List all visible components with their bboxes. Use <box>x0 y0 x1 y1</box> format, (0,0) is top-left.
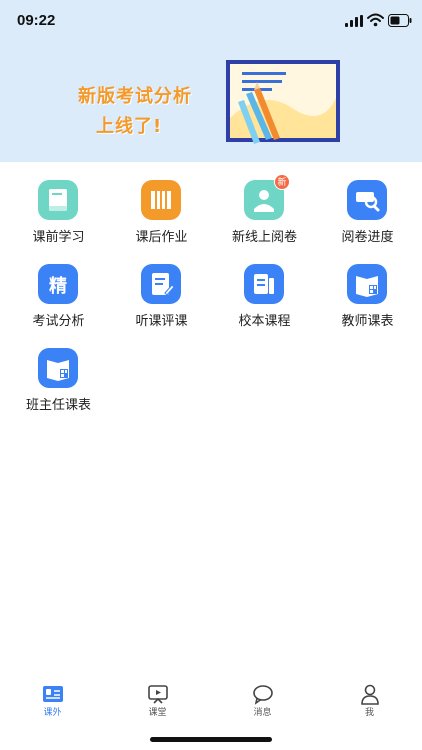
banner-headline[interactable]: 新版考试分析 上线了! <box>78 82 208 138</box>
grid-item-homework[interactable]: 课后作业 <box>109 170 214 250</box>
tab-outside-class[interactable]: 课外 <box>0 678 105 728</box>
profile-icon <box>361 684 379 705</box>
grid-item-lesson-review[interactable]: 听课评课 <box>109 254 214 334</box>
app-screen: 09:22 新版考试分析 上线了! 课前学习 课后作业 新 新线上阅卷 阅卷进度… <box>0 0 422 750</box>
grid-item-label: 课后作业 <box>135 230 188 245</box>
classroom-icon <box>148 685 168 704</box>
battery-icon <box>388 14 412 27</box>
cellular-signal-icon <box>345 15 363 27</box>
message-icon <box>253 685 273 705</box>
grid-item-label: 校本课程 <box>238 314 291 329</box>
tab-label: 课堂 <box>148 708 167 718</box>
grid-item-headteacher-timetable[interactable]: 班主任课表 <box>6 338 111 418</box>
grid-item-pre-class[interactable]: 课前学习 <box>6 170 111 250</box>
grid-item-label: 班主任课表 <box>25 398 91 413</box>
search-progress-icon <box>347 180 387 220</box>
grid-item-label: 阅卷进度 <box>341 230 394 245</box>
tab-classroom[interactable]: 课堂 <box>105 678 210 728</box>
banner-line-1: 新版考试分析 <box>78 86 192 107</box>
grid-item-label: 课前学习 <box>32 230 85 245</box>
tab-messages[interactable]: 消息 <box>210 678 315 728</box>
grid-item-school-course[interactable]: 校本课程 <box>212 254 317 334</box>
grid-item-label: 考试分析 <box>32 314 85 329</box>
books-icon <box>141 180 181 220</box>
new-badge: 新 <box>274 174 290 190</box>
status-bar: 09:22 <box>0 0 422 44</box>
grid-item-online-marking[interactable]: 新 新线上阅卷 <box>212 170 317 250</box>
tab-label: 消息 <box>253 708 272 718</box>
timetable-icon <box>347 264 387 304</box>
edit-doc-icon <box>141 264 181 304</box>
outside-class-icon <box>43 686 63 702</box>
tab-me[interactable]: 我 <box>317 678 422 728</box>
jing-glyph: 精 <box>49 276 67 297</box>
header-banner-area: 09:22 新版考试分析 上线了! <box>0 0 422 162</box>
timetable-icon <box>38 348 78 388</box>
banner-line-2: 上线了! <box>96 116 163 137</box>
grid-item-label: 教师课表 <box>341 314 394 329</box>
grid-item-marking-progress[interactable]: 阅卷进度 <box>315 170 420 250</box>
grid-item-teacher-timetable[interactable]: 教师课表 <box>315 254 420 334</box>
home-indicator[interactable] <box>150 737 272 742</box>
grid-item-label: 听课评课 <box>135 314 188 329</box>
status-time: 09:22 <box>17 12 56 29</box>
grid-item-label: 新线上阅卷 <box>231 230 297 245</box>
whiteboard-illustration-icon <box>226 60 340 144</box>
course-icon <box>244 264 284 304</box>
jing-icon: 精 <box>38 264 78 304</box>
book-icon <box>38 180 78 220</box>
tab-label: 我 <box>364 708 374 718</box>
grid-item-exam-analysis[interactable]: 精 考试分析 <box>6 254 111 334</box>
tab-label: 课外 <box>43 708 62 718</box>
bottom-tab-bar: 课外 课堂 消息 我 <box>0 678 422 728</box>
wifi-icon <box>367 13 384 27</box>
